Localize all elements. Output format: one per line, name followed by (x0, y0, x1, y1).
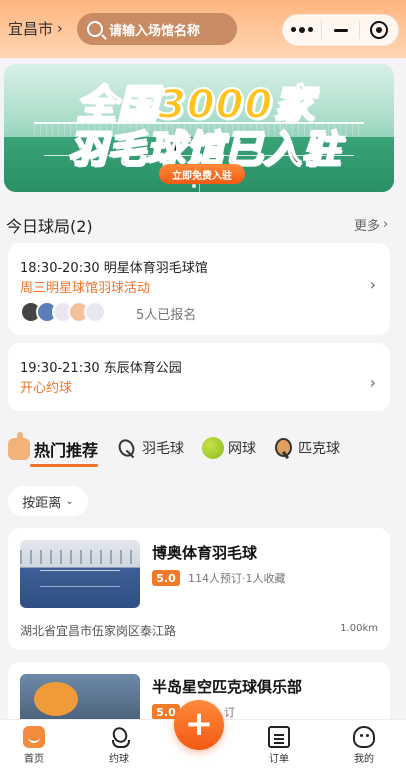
sort-by-distance-dropdown[interactable]: 按距离 ⌄ (8, 486, 88, 516)
nav-label: 首页 (24, 754, 44, 765)
active-tab-underline (30, 464, 98, 467)
tennis-ball-icon (202, 437, 224, 459)
nav-label: 我的 (354, 754, 374, 765)
more-label: 更多 (354, 219, 381, 234)
home-icon (23, 726, 45, 748)
pickleball-paddle-icon (272, 437, 294, 459)
venue-name: 半岛星空匹克球俱乐部 (152, 678, 303, 696)
close-miniprogram-button[interactable] (360, 15, 398, 45)
participant-avatars (20, 301, 106, 323)
carousel-indicator (192, 184, 196, 188)
venue-name: 博奥体育羽毛球 (152, 544, 258, 562)
chevron-right-icon: › (57, 20, 63, 37)
search-bar[interactable]: 请输入场馆名称 (77, 13, 237, 45)
tab-label: 匹克球 (298, 441, 340, 457)
game-time-venue: 19:30-21:30 东辰体育公园 (20, 361, 182, 376)
nav-game[interactable]: 约球 (89, 726, 149, 765)
game-card[interactable]: 19:30-21:30 东辰体育公园 开心约球 › (8, 343, 390, 411)
tab-tennis[interactable]: 网球 (202, 437, 256, 459)
minimize-icon (333, 28, 348, 32)
search-placeholder: 请输入场馆名称 (109, 23, 201, 39)
target-icon (370, 21, 389, 39)
more-games-link[interactable]: 更多 › (354, 215, 388, 234)
badminton-icon (108, 726, 130, 748)
tab-pickleball[interactable]: 匹克球 (272, 437, 340, 459)
booking-stats: 114人预订·1人收藏 (188, 572, 286, 585)
today-games-title: 今日球局(2) (6, 217, 93, 236)
promo-banner[interactable]: 全国3000家 羽毛球馆已入驻 立即免费入驻 (4, 64, 394, 192)
venue-photo (20, 540, 140, 608)
booking-stats: 订 (224, 706, 235, 719)
game-card[interactable]: 18:30-20:30 明星体育羽毛球馆 周三明星球馆羽球活动 5人已报名 › (8, 243, 390, 335)
tab-hot-recommend[interactable]: 热门推荐 (8, 432, 99, 467)
create-game-button[interactable]: + (174, 700, 224, 750)
chevron-down-icon: ⌄ (65, 495, 74, 507)
clipboard-icon (268, 726, 290, 748)
more-menu-button[interactable] (283, 15, 321, 45)
rating-badge: 5.0 (152, 570, 180, 586)
free-join-button[interactable]: 立即免费入驻 (159, 164, 245, 184)
nav-label: 订单 (269, 754, 289, 765)
badminton-icon (116, 437, 138, 459)
venue-address: 湖北省宜昌市伍家岗区泰江路 (20, 624, 177, 638)
more-dots-icon (290, 27, 313, 33)
chevron-right-icon: › (369, 275, 376, 294)
game-time-venue: 18:30-20:30 明星体育羽毛球馆 (20, 261, 208, 276)
nav-order[interactable]: 订单 (249, 726, 309, 765)
thumbs-up-icon (8, 432, 30, 460)
chevron-right-icon: › (369, 373, 376, 392)
tab-label: 热门推荐 (34, 441, 99, 460)
tab-label: 羽毛球 (142, 441, 184, 457)
game-activity-name: 周三明星球馆羽球活动 (20, 281, 151, 296)
miniprogram-capsule (282, 14, 399, 46)
top-header: 宜昌市 › 请输入场馆名称 (0, 0, 406, 58)
search-icon (87, 21, 103, 37)
signup-count: 5人已报名 (136, 308, 197, 323)
game-activity-name: 开心约球 (20, 381, 73, 396)
venue-distance: 1.00km (340, 623, 378, 634)
plus-icon: + (184, 703, 214, 744)
minimize-button[interactable] (322, 15, 360, 45)
nav-home[interactable]: 首页 (4, 726, 64, 765)
tab-label: 网球 (228, 441, 256, 457)
tab-badminton[interactable]: 羽毛球 (116, 437, 184, 459)
avatar (84, 301, 106, 323)
nav-mine[interactable]: 我的 (334, 726, 394, 765)
city-selector[interactable]: 宜昌市 › (8, 18, 63, 39)
city-label: 宜昌市 (8, 20, 54, 38)
user-face-icon (353, 726, 375, 748)
sort-label: 按距离 (22, 495, 62, 511)
category-tabs: 热门推荐 羽毛球 网球 匹克球 (0, 427, 406, 471)
venue-card[interactable]: 博奥体育羽毛球 5.0 114人预订·1人收藏 湖北省宜昌市伍家岗区泰江路 1.… (8, 528, 390, 650)
chevron-right-icon: › (383, 217, 389, 232)
nav-label: 约球 (109, 754, 129, 765)
